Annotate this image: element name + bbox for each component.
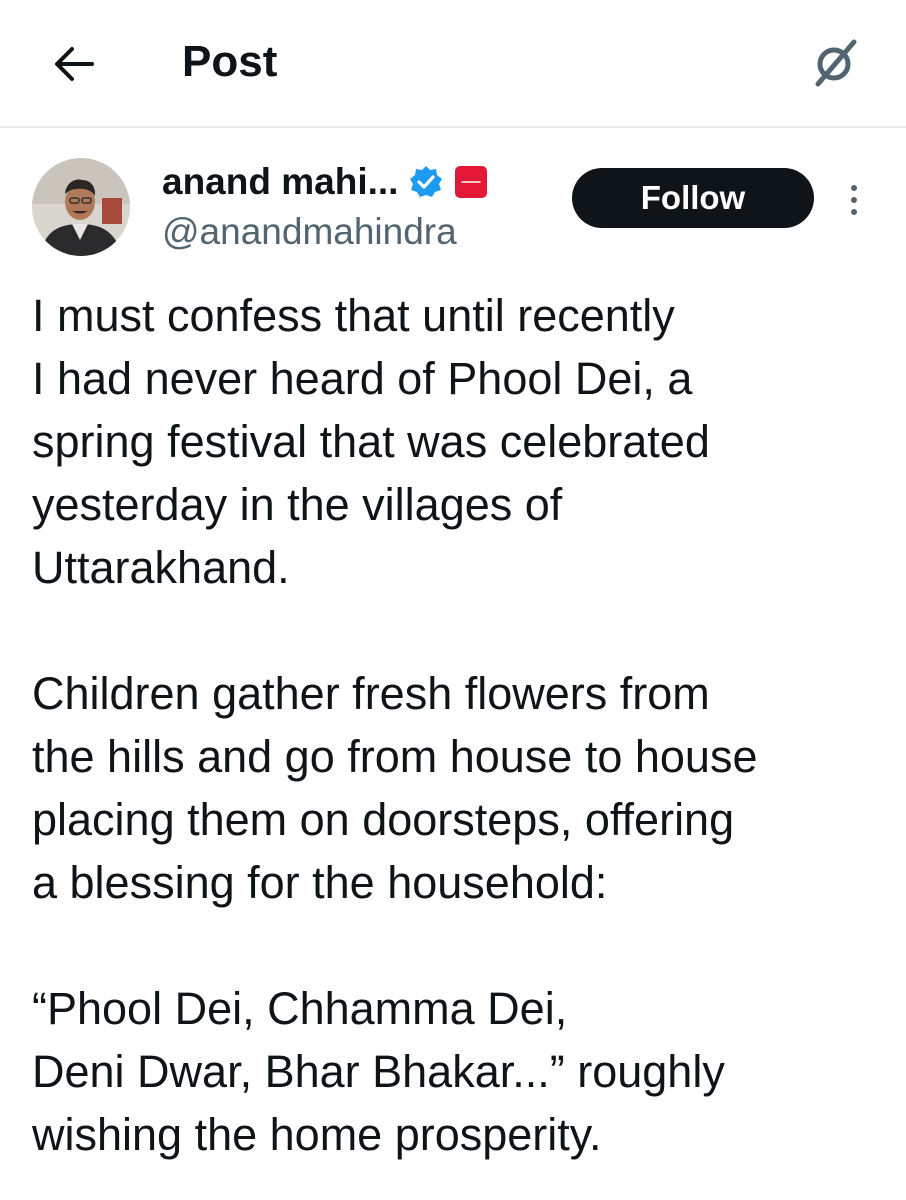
arrow-left-icon[interactable] xyxy=(52,44,96,84)
tweet-paragraph: Children gather fresh flowers from the h… xyxy=(32,668,758,908)
header-divider xyxy=(0,126,906,128)
tweet-text: I must confess that until recently I had… xyxy=(32,284,882,1166)
tweet-paragraph: “Phool Dei, Chhamma Dei, Deni Dwar, Bhar… xyxy=(32,983,725,1160)
author-name-row[interactable]: anand mahi... xyxy=(162,158,488,206)
author-handle[interactable]: @anandmahindra xyxy=(162,210,457,254)
avatar-image xyxy=(32,158,130,256)
page-title: Post xyxy=(182,37,278,86)
avatar[interactable] xyxy=(32,158,130,256)
top-bar: Post xyxy=(0,0,906,126)
more-options-icon[interactable] xyxy=(846,182,862,218)
follow-button[interactable]: Follow xyxy=(572,168,814,228)
mahindra-affiliation-icon[interactable] xyxy=(454,165,488,199)
tweet-paragraph: I must confess that until recently I had… xyxy=(32,290,710,593)
author-name[interactable]: anand mahi... xyxy=(162,161,398,203)
grok-icon[interactable] xyxy=(812,36,860,88)
verified-badge-icon xyxy=(410,166,443,197)
